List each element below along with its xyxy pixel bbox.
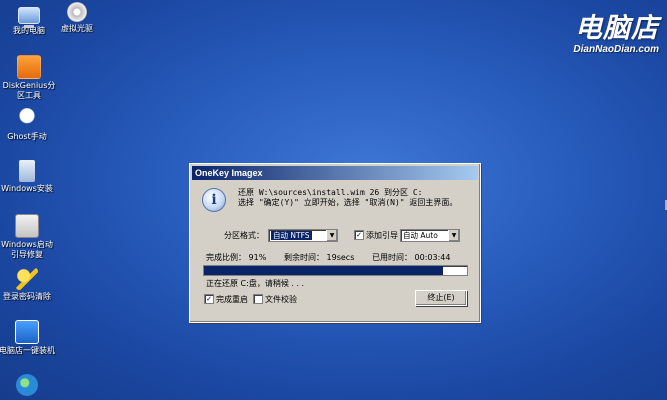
message-line-1: 还原 W:\sources\install.wim 26 到分区 C: [238,188,423,197]
desktop-icon-label: DiskGenius分区工具 [2,81,56,100]
onekey-imagex-dialog: OneKey Imagex i 还原 W:\sources\install.wi… [189,163,481,323]
progress-ratio-label: 完成比例： 91% [206,253,267,262]
dialog-titlebar[interactable]: OneKey Imagex [192,166,478,180]
partition-format-label: 分区格式： [224,231,264,240]
desktop-icon-boot-repair[interactable]: Windows启动引导修复 [0,214,56,260]
cd-drive-icon [67,2,87,22]
desktop-icon-password-clear[interactable]: 登录密码清除 [0,268,56,302]
desktop-icon-label: 电脑店一键装机 [0,346,55,355]
progress-bar-fill [204,266,444,275]
status-text: 正在还原 C:盘，请稍候 . . . [206,279,305,288]
elapsed-time-label: 已用时间： 00:03:44 [372,253,451,262]
computer-icon [18,7,40,28]
key-icon [16,268,38,290]
partition-format-select[interactable]: 自动 NTFS ▼ [268,229,338,242]
verify-label: 文件校验 [265,295,297,304]
verify-checkbox[interactable] [253,294,263,304]
ghost-icon [16,108,38,130]
boot-mode-select[interactable]: 自动 Auto ▼ [400,229,460,242]
logo-en-text: DianNaoDian.com [573,44,659,55]
desktop-icon-label: 虚拟光驱 [61,24,93,33]
desktop-icon-virtual-drive[interactable]: 虚拟光驱 [48,2,106,34]
message-line-2: 选择 "确定(Y)" 立即开始，选择 "取消(N)" 返回主界面。 [238,198,458,207]
globe-icon [16,374,38,396]
partition-format-value: 自动 NTFS [271,231,312,240]
desktop: 电脑店 DianNaoDian.com 我的电脑 虚拟光驱 DiskGenius… [0,0,667,400]
diannaodian-logo: 电脑店 DianNaoDian.com [573,13,659,56]
stop-button[interactable]: 终止(E) [415,290,467,306]
desktop-icon-label: 登录密码清除 [3,292,51,301]
boot-repair-icon [15,214,39,238]
onekey-install-icon [15,320,39,344]
chevron-down-icon: ▼ [448,230,459,241]
desktop-icon-network[interactable] [0,374,56,398]
diskgenius-icon [17,55,41,79]
logo-cn-text: 电脑店 [575,13,659,44]
desktop-icon-ghost[interactable]: Ghost手动 [0,108,56,142]
info-icon: i [202,188,226,212]
desktop-icon-label: Ghost手动 [7,132,47,141]
add-boot-checkbox[interactable]: ✓ [354,230,364,240]
desktop-icon-label: Windows启动引导修复 [1,240,53,259]
reboot-label: 完成重启 [216,295,248,304]
boot-mode-value: 自动 Auto [403,231,438,240]
add-boot-label: 添加引导 [366,231,398,240]
reboot-checkbox[interactable]: ✓ [204,294,214,304]
desktop-icon-label: Windows安装 [1,184,53,193]
chevron-down-icon: ▼ [326,230,337,241]
progress-bar [203,265,468,276]
desktop-icon-windows-install[interactable]: Windows安装 [0,160,56,194]
windows-install-icon [19,160,35,182]
dialog-message: 还原 W:\sources\install.wim 26 到分区 C: 选择 "… [238,188,457,208]
remaining-time-label: 剩余时间： 19secs [284,253,355,262]
desktop-icon-diskgenius[interactable]: DiskGenius分区工具 [0,55,58,101]
desktop-icon-onekey-install[interactable]: 电脑店一键装机 [0,320,56,356]
